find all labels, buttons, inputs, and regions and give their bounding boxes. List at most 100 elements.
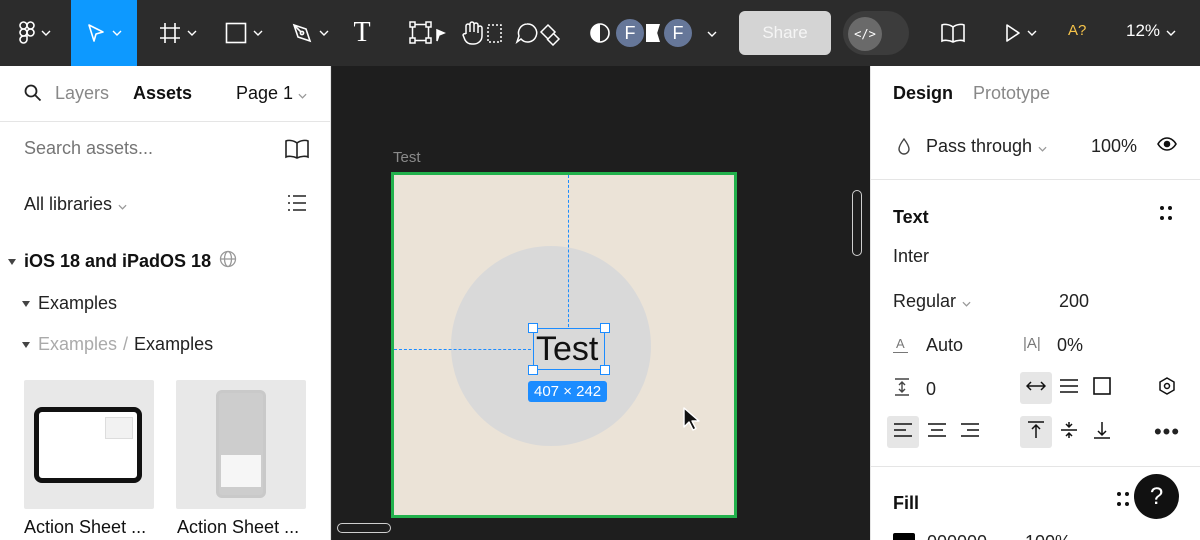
collaborator-avatar[interactable]: F [662,17,694,49]
vertical-align-bottom-button[interactable] [1086,416,1118,448]
asset-thumbnail-ipad[interactable] [24,380,154,509]
search-assets-input[interactable] [24,138,264,159]
contrast-toggle[interactable] [588,0,612,66]
text-align-left-button[interactable] [887,416,919,448]
components-tool-button[interactable] [404,0,452,66]
text-align-center-button[interactable] [921,416,953,448]
hand-tool-button[interactable] [456,0,508,66]
selected-text-layer[interactable]: Test [533,328,605,370]
fill-opacity-input[interactable]: 100% [1025,532,1071,540]
fill-color-swatch[interactable] [893,533,915,540]
breadcrumb[interactable]: Examples / Examples [22,334,213,355]
text-tool-icon: T [353,17,371,48]
tab-design[interactable]: Design [893,83,953,104]
frame-name-label[interactable]: Test [393,149,421,166]
text-styles-icon[interactable] [1160,206,1176,222]
share-button[interactable]: Share [739,11,831,55]
multiplayer-menu-button[interactable] [700,24,724,42]
dev-mode-icon: </> [848,17,882,51]
shape-tool-button[interactable] [212,0,276,66]
design-canvas[interactable]: Test Test 407 × 242 [332,66,870,540]
chevron-down-icon [298,83,307,104]
text-section-title: Text [893,207,929,227]
present-icon [1005,24,1021,42]
contrast-icon [589,22,611,44]
resize-handle-bottom-left[interactable] [528,365,538,375]
tab-prototype[interactable]: Prototype [973,83,1050,104]
vertical-scrollbar[interactable] [852,190,862,256]
text-settings-button[interactable] [1151,372,1183,404]
tab-assets[interactable]: Assets [133,83,192,104]
chevron-down-icon [118,194,127,215]
libraries-filter-dropdown[interactable]: All libraries [24,194,127,215]
list-view-icon[interactable] [287,194,307,217]
page-selector[interactable]: Page 1 [236,83,307,104]
present-button[interactable] [996,0,1046,66]
pen-tool-button[interactable] [278,0,342,66]
resize-handle-bottom-right[interactable] [600,365,610,375]
library-name: iOS 18 and iPadOS 18 [24,251,212,271]
fixed-size-button[interactable] [1086,372,1118,404]
frame-tool-button[interactable] [146,0,210,66]
left-sidebar: Layers Assets Page 1 All libraries iOS 1… [0,66,331,540]
align-left-icon [893,422,913,442]
vertical-align-top-button[interactable] [1020,416,1052,448]
rectangle-tool-icon [225,22,247,44]
spotlight-flag-icon [646,24,660,42]
font-family-dropdown[interactable]: Inter [893,246,929,267]
paragraph-spacing-input[interactable]: 0 [926,379,936,400]
asset-thumbnail-iphone[interactable] [176,380,306,509]
chevron-down-icon [41,30,51,36]
font-size-input[interactable]: 200 [1059,291,1089,312]
hand-tool-icon [460,20,504,46]
measurement-guide-vertical [568,175,569,327]
section-divider [871,466,1200,467]
text-tool-button[interactable]: T [344,0,380,66]
toolbar: T F F Share </> A? 12% [0,0,1200,66]
fill-hex-input[interactable]: 000000 [927,532,987,540]
chevron-down-icon [1166,21,1176,41]
breadcrumb-parent[interactable]: Examples [38,334,117,355]
resize-handle-top-left[interactable] [528,323,538,333]
missing-fonts-indicator[interactable]: A? [1068,22,1086,39]
collaborator-avatar[interactable]: F [614,17,646,49]
auto-width-button[interactable] [1020,372,1052,404]
zoom-menu[interactable]: 12% [1126,21,1176,41]
libraries-filter-label: All libraries [24,194,113,214]
iphone-device-image [216,390,266,498]
library-icon[interactable] [284,139,310,164]
measurement-guide-horizontal [394,349,531,350]
frame-test[interactable]: Test 407 × 242 [391,172,737,518]
frame-tool-icon [159,22,181,44]
library-button[interactable] [936,0,970,66]
asset-label: Action Sheet ... [24,517,147,537]
more-options-button[interactable]: ••• [1151,416,1183,448]
fill-styles-icon[interactable] [1117,492,1133,508]
text-align-right-button[interactable] [954,416,986,448]
layer-opacity-input[interactable]: 100% [1091,136,1137,157]
library-section-ios[interactable]: iOS 18 and iPadOS 18 [8,250,237,273]
line-height-input[interactable]: Auto [926,335,963,356]
help-button[interactable]: ? [1134,474,1179,519]
move-tool-icon [86,23,106,43]
comment-tool-button[interactable] [510,0,566,66]
vertical-align-middle-button[interactable] [1053,416,1085,448]
letter-spacing-input[interactable]: 0% [1057,335,1083,356]
resize-handle-top-right[interactable] [600,323,610,333]
align-center-icon [927,422,947,442]
move-tool-button[interactable] [71,0,137,66]
chevron-down-icon [962,291,971,312]
auto-height-button[interactable] [1053,372,1085,404]
search-icon[interactable] [24,84,42,107]
eye-icon[interactable] [1157,137,1177,156]
font-style-dropdown[interactable]: Regular [893,291,971,312]
main-menu-button[interactable] [0,0,70,66]
mouse-cursor-icon [682,406,704,437]
tab-layers[interactable]: Layers [55,83,109,104]
horizontal-scrollbar[interactable] [337,523,391,533]
library-icon [940,23,966,43]
action-sheet-preview [105,417,133,439]
blend-mode-dropdown[interactable]: Pass through [926,136,1047,157]
asset-group-examples[interactable]: Examples [22,293,117,314]
chevron-down-icon [1038,136,1047,157]
